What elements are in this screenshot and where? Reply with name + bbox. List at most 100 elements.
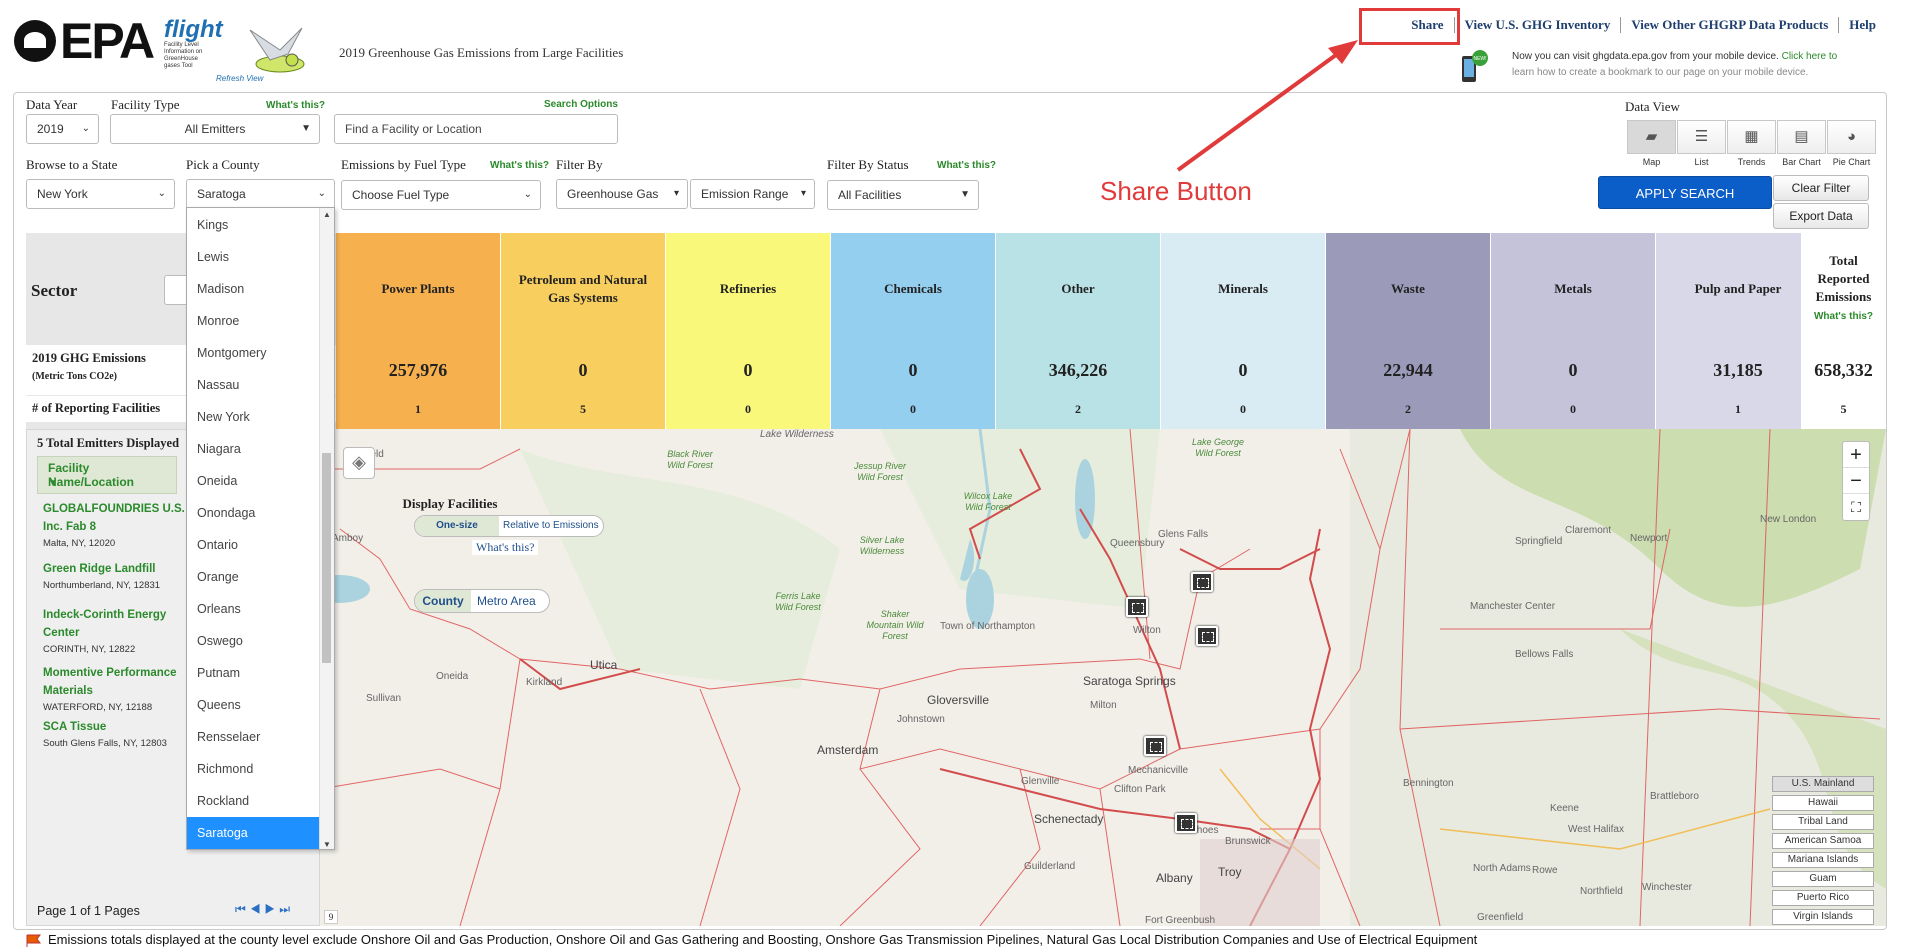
refresh-view-link[interactable]: Refresh View <box>216 74 263 83</box>
county-option[interactable]: Ontario <box>187 529 319 561</box>
search-input[interactable]: Find a Facility or Location <box>334 114 618 144</box>
sector-column[interactable]: Refineries 0 0 <box>666 233 830 429</box>
county-option[interactable]: Orleans <box>187 593 319 625</box>
county-option[interactable]: Montgomery <box>187 337 319 369</box>
county-option[interactable]: Rensselaer <box>187 721 319 753</box>
sector-column[interactable]: Other 346,226 2 <box>996 233 1160 429</box>
greenhouse-gas-select[interactable]: Greenhouse Gas ▾ <box>556 179 688 209</box>
facility-list-item[interactable]: SCA Tissue South Glens Falls, NY, 12803 <box>43 718 193 749</box>
next-page-icon[interactable]: ▶ <box>265 902 280 916</box>
state-select[interactable]: New York ⌄ <box>26 179 175 209</box>
data-year-select[interactable]: 2019 ⌄ <box>26 114 99 144</box>
prev-page-icon[interactable]: ◀ <box>250 902 265 916</box>
first-page-icon[interactable]: ⏮ <box>235 902 250 916</box>
scroll-down-icon[interactable]: ▼ <box>323 840 331 849</box>
pager-controls[interactable]: ⏮◀▶⏭ <box>235 902 294 917</box>
facility-type-whats-this[interactable]: What's this? <box>266 100 325 111</box>
status-select[interactable]: All Facilities ▼ <box>827 180 979 210</box>
list-view-button[interactable]: ☰ <box>1677 120 1726 154</box>
sector-column[interactable]: Power Plants 257,976 1 <box>336 233 500 429</box>
emission-range-select[interactable]: Emission Range ▾ <box>690 179 815 209</box>
county-option[interactable]: Nassau <box>187 369 319 401</box>
export-data-button[interactable]: Export Data <box>1773 203 1869 229</box>
metro-toggle[interactable]: Metro Area <box>477 590 536 612</box>
full-extent-icon[interactable]: ⛶ <box>1843 494 1869 520</box>
county-toggle[interactable]: County <box>415 590 471 612</box>
county-option[interactable]: Lewis <box>187 241 319 273</box>
facility-name-link[interactable]: Green Ridge Landfill <box>43 560 193 578</box>
search-options-link[interactable]: Search Options <box>544 99 618 110</box>
county-option[interactable]: Niagara <box>187 433 319 465</box>
facility-marker-icon[interactable] <box>1144 736 1166 756</box>
sector-column[interactable]: Waste 22,944 2 <box>1326 233 1490 429</box>
region-button[interactable]: American Samoa <box>1772 833 1874 849</box>
county-dropdown-list[interactable]: Kings Lewis Madison Monroe Montgomery Nassau N… <box>186 207 335 850</box>
last-page-icon[interactable]: ⏭ <box>279 902 294 916</box>
scroll-up-icon[interactable]: ▲ <box>323 210 331 219</box>
region-button[interactable]: Guam <box>1772 871 1874 887</box>
region-button[interactable]: U.S. Mainland <box>1772 776 1874 792</box>
fuel-whats-this[interactable]: What's this? <box>490 160 549 171</box>
facility-list-item[interactable]: Momentive Performance Materials WATERFORD… <box>43 664 193 713</box>
pie-chart-view-button[interactable]: ◕ <box>1827 120 1876 154</box>
county-select[interactable]: Saratoga ⌄ <box>186 179 335 209</box>
sector-column[interactable]: Pulp and Paper 31,185 1 <box>1656 233 1820 429</box>
status-whats-this[interactable]: What's this? <box>937 160 996 171</box>
facility-name-link[interactable]: Momentive Performance Materials <box>43 664 193 700</box>
fuel-type-select[interactable]: Choose Fuel Type ⌄ <box>341 180 541 210</box>
county-option[interactable]: Orange <box>187 561 319 593</box>
facility-marker-icon[interactable] <box>1175 813 1197 833</box>
county-option[interactable]: Oswego <box>187 625 319 657</box>
county-option[interactable]: Kings <box>187 209 319 241</box>
facility-name-link[interactable]: GLOBALFOUNDRIES U.S. Inc. Fab 8 <box>43 500 193 536</box>
county-option[interactable]: Madison <box>187 273 319 305</box>
map-whats-this[interactable]: What's this? <box>472 540 539 555</box>
help-link[interactable]: Help <box>1838 17 1886 33</box>
region-button[interactable]: Virgin Islands <box>1772 909 1874 925</box>
map-view-button[interactable]: ▰ <box>1627 120 1676 154</box>
county-option[interactable]: Putnam <box>187 657 319 689</box>
mobile-click-here-link[interactable]: Click here to <box>1782 51 1838 62</box>
epa-logo[interactable]: EPA <box>14 16 155 66</box>
relative-toggle[interactable]: Relative to Emissions <box>503 516 599 536</box>
facility-name-link[interactable]: SCA Tissue <box>43 718 193 736</box>
county-option[interactable]: Richmond <box>187 753 319 785</box>
county-option[interactable]: New York <box>187 401 319 433</box>
apply-search-button[interactable]: APPLY SEARCH <box>1598 176 1772 209</box>
region-button[interactable]: Hawaii <box>1772 795 1874 811</box>
county-option[interactable]: Saratoga <box>187 817 319 849</box>
sector-column[interactable]: Minerals 0 0 <box>1161 233 1325 429</box>
facility-name-link[interactable]: Indeck-Corinth Energy Center <box>43 606 193 642</box>
clear-filter-button[interactable]: Clear Filter <box>1773 175 1869 201</box>
facility-list-item[interactable]: Green Ridge Landfill Northumberland, NY, … <box>43 560 193 591</box>
facility-marker-icon[interactable] <box>1191 572 1213 592</box>
sector-column[interactable]: Metals 0 0 <box>1491 233 1655 429</box>
region-button[interactable]: Tribal Land <box>1772 814 1874 830</box>
flight-logo[interactable]: flight Facility Level Information on Gre… <box>164 16 314 86</box>
trends-view-button[interactable]: ▦ <box>1727 120 1776 154</box>
one-size-toggle[interactable]: One-size <box>415 516 499 536</box>
other-products-link[interactable]: View Other GHGRP Data Products <box>1620 17 1838 33</box>
county-option[interactable]: Monroe <box>187 305 319 337</box>
bar-chart-view-button[interactable]: ▤ <box>1777 120 1826 154</box>
facility-marker-icon[interactable] <box>1196 626 1218 646</box>
zoom-in-button[interactable]: + <box>1843 442 1869 468</box>
zoom-out-button[interactable]: − <box>1843 468 1869 494</box>
region-button[interactable]: Puerto Rico <box>1772 890 1874 906</box>
facility-marker-icon[interactable] <box>1126 597 1148 617</box>
region-button[interactable]: Mariana Islands <box>1772 852 1874 868</box>
map-view[interactable]: Lake Wilderness Black River Wild Forest … <box>320 429 1886 926</box>
county-option[interactable]: Queens <box>187 689 319 721</box>
facility-name-sort-header[interactable]: Facility Name/Location ▼ <box>37 456 177 494</box>
sector-column[interactable]: Chemicals 0 0 <box>831 233 995 429</box>
facility-list-item[interactable]: Indeck-Corinth Energy Center CORINTH, NY,… <box>43 606 193 655</box>
county-option[interactable]: Onondaga <box>187 497 319 529</box>
county-option[interactable]: Rockland <box>187 785 319 817</box>
scrollbar-thumb[interactable] <box>322 453 331 663</box>
county-option[interactable]: Oneida <box>187 465 319 497</box>
dropdown-scrollbar[interactable]: ▲ ▼ <box>319 208 334 849</box>
facility-type-select[interactable]: All Emitters ▼ <box>110 114 320 144</box>
layers-icon[interactable]: ◈ <box>343 447 375 479</box>
ghg-inventory-link[interactable]: View U.S. GHG Inventory <box>1453 17 1621 33</box>
facility-list-item[interactable]: GLOBALFOUNDRIES U.S. Inc. Fab 8 Malta, NY… <box>43 500 193 549</box>
